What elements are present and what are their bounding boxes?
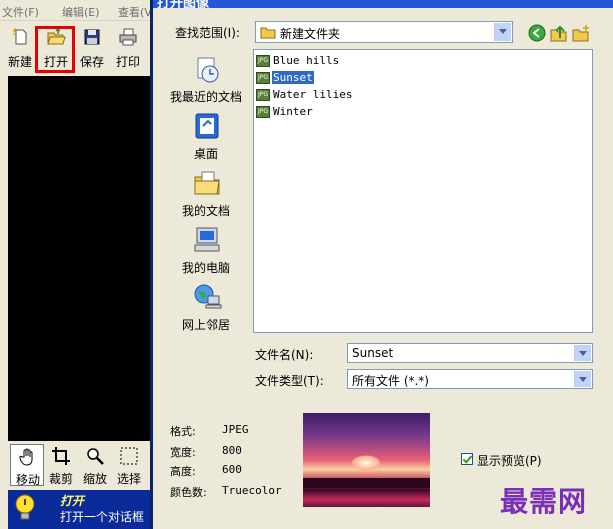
menu-bar: 文件(F) 编辑(E) 查看(V) xyxy=(0,0,156,21)
jpeg-file-icon: JPG xyxy=(256,106,270,118)
info-colors: 颜色数: Truecolor xyxy=(170,484,310,502)
place-network-label: 网上邻居 xyxy=(181,318,230,332)
filetype-label: 文件类型(T): xyxy=(255,374,324,388)
filename-label: 文件名(N): xyxy=(255,348,314,362)
image-preview xyxy=(303,413,430,507)
lookin-value: 新建文件夹 xyxy=(280,27,341,41)
place-recent-label: 我最近的文档 xyxy=(169,90,242,104)
new-icon xyxy=(12,28,27,45)
crop-label: 裁剪 xyxy=(48,472,73,486)
move-label: 移动 xyxy=(15,473,40,487)
back-icon[interactable] xyxy=(528,24,546,42)
watermark: 最需网 xyxy=(500,485,588,518)
hand-icon xyxy=(19,448,33,466)
file-name: Blue hills xyxy=(273,54,340,67)
info-value: JPEG xyxy=(222,423,249,436)
info-height: 高度: 600 xyxy=(170,463,310,481)
jpeg-file-icon: JPG xyxy=(256,72,270,84)
place-my-computer-label: 我的电脑 xyxy=(181,261,230,275)
network-places-icon xyxy=(194,284,222,309)
up-folder-icon[interactable] xyxy=(550,24,568,42)
lightbulb-icon xyxy=(15,494,35,520)
status-title: 打开 xyxy=(60,494,85,508)
menu-edit[interactable]: 编辑(E) xyxy=(62,4,100,20)
filetype-dropdown[interactable]: 所有文件 (*.*) xyxy=(347,369,593,389)
dialog-titlebar[interactable]: 打开图像 xyxy=(153,0,613,8)
info-key: 高度: xyxy=(170,465,196,478)
crop-tool[interactable]: 裁剪 xyxy=(44,444,78,486)
place-recent[interactable]: 我最近的文档 xyxy=(161,52,251,107)
move-tool[interactable]: 移动 xyxy=(10,444,44,487)
info-value: Truecolor xyxy=(222,484,282,497)
place-my-documents[interactable]: 我的文档 xyxy=(161,166,251,221)
show-preview-checkbox[interactable] xyxy=(461,453,473,465)
new-label: 新建 xyxy=(7,55,32,69)
file-name: Water lilies xyxy=(273,88,353,101)
print-button[interactable]: 打印 xyxy=(110,23,146,71)
zoom-label: 缩放 xyxy=(82,472,107,486)
menu-file[interactable]: 文件(F) xyxy=(2,4,39,20)
new-folder-icon[interactable] xyxy=(572,24,590,42)
print-icon xyxy=(119,28,137,46)
save-label: 保存 xyxy=(79,55,104,69)
show-preview-label[interactable]: 显示预览(P) xyxy=(477,452,542,469)
place-my-documents-label: 我的文档 xyxy=(181,204,230,218)
lookin-dropdown[interactable]: 新建文件夹 xyxy=(255,21,513,43)
places-bar: 我最近的文档 桌面 我的文档 我的电脑 网上邻居 xyxy=(161,52,251,342)
status-bar: 打开 打开一个对话框 xyxy=(8,490,150,529)
zoom-tool[interactable]: 缩放 xyxy=(78,444,112,486)
preview-sun xyxy=(351,455,381,471)
info-value: 600 xyxy=(222,463,242,476)
info-key: 格式: xyxy=(170,425,196,438)
place-my-computer[interactable]: 我的电脑 xyxy=(161,223,251,278)
preview-land xyxy=(303,478,430,488)
zoom-icon xyxy=(87,448,104,465)
select-label: 选择 xyxy=(116,472,141,486)
select-tool[interactable]: 选择 xyxy=(112,444,146,486)
place-desktop[interactable]: 桌面 xyxy=(161,109,251,164)
chevron-down-icon[interactable] xyxy=(574,371,591,387)
open-dialog: 打开图像 查找范围(I): 新建文件夹 我最近的文档 桌面 我的文档 我的电脑 … xyxy=(150,0,613,529)
my-computer-icon xyxy=(194,227,220,252)
open-highlight-box xyxy=(35,26,75,73)
info-key: 颜色数: xyxy=(170,486,207,499)
select-icon xyxy=(120,447,138,465)
recent-documents-icon xyxy=(197,57,219,83)
filename-value: Sunset xyxy=(352,346,394,360)
toolbar: 新建 打开 保存 打印 xyxy=(0,21,150,75)
dialog-title: 打开图像 xyxy=(157,0,210,8)
jpeg-file-icon: JPG xyxy=(256,55,270,67)
new-button[interactable]: 新建 xyxy=(2,23,38,71)
file-name: Winter xyxy=(273,105,313,118)
chevron-down-icon[interactable] xyxy=(494,23,511,41)
info-key: 宽度: xyxy=(170,446,196,459)
place-network[interactable]: 网上邻居 xyxy=(161,280,251,335)
save-button[interactable]: 保存 xyxy=(74,23,110,71)
save-icon xyxy=(84,29,100,45)
folder-icon xyxy=(260,27,276,39)
tool-palette: 移动 裁剪 缩放 选择 xyxy=(8,442,150,488)
desktop-icon xyxy=(195,113,219,139)
print-label: 打印 xyxy=(115,55,140,69)
status-description: 打开一个对话框 xyxy=(60,510,145,524)
filename-field[interactable]: Sunset xyxy=(347,343,593,363)
image-canvas[interactable] xyxy=(8,76,150,441)
lookin-label: 查找范围(I): xyxy=(175,26,240,40)
file-list[interactable]: JPG Blue hills JPG Sunset JPG Water lili… xyxy=(253,49,593,333)
info-format: 格式: JPEG xyxy=(170,423,310,441)
chevron-down-icon[interactable] xyxy=(574,345,591,361)
my-documents-icon xyxy=(194,171,220,195)
app-window: 文件(F) 编辑(E) 查看(V) 新建 打开 保存 打印 移动 裁剪 缩放 选… xyxy=(0,0,156,529)
jpeg-file-icon: JPG xyxy=(256,89,270,101)
file-name: Sunset xyxy=(272,71,314,84)
info-value: 800 xyxy=(222,444,242,457)
place-desktop-label: 桌面 xyxy=(193,147,218,161)
filetype-value: 所有文件 (*.*) xyxy=(352,374,429,388)
crop-icon xyxy=(52,447,70,465)
info-width: 宽度: 800 xyxy=(170,444,310,462)
